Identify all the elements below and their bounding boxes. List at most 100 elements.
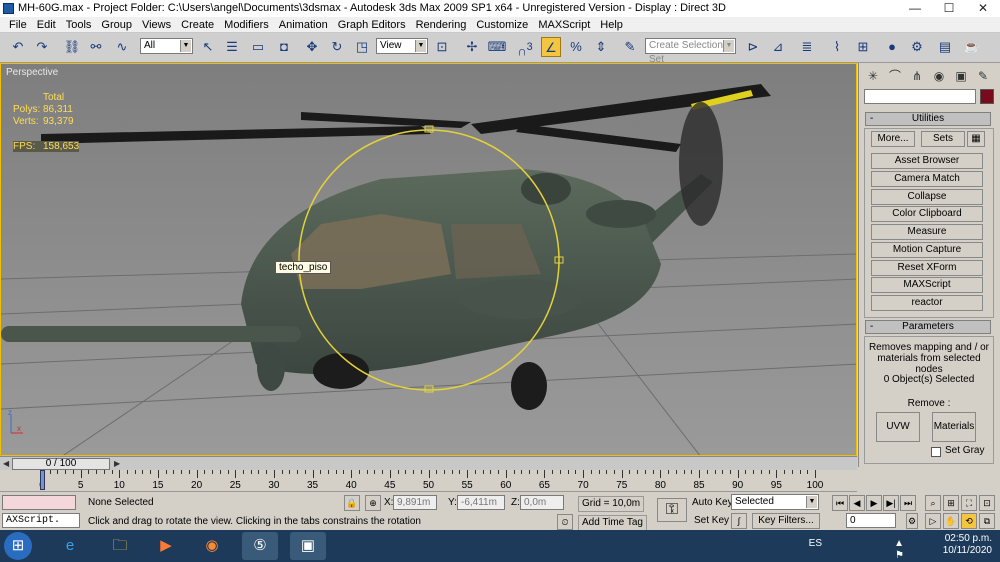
clock-time[interactable]: 02:50 p.m.: [943, 533, 992, 545]
utilities-tab-icon[interactable]: ✎: [973, 66, 993, 86]
menu-rendering[interactable]: Rendering: [411, 17, 472, 33]
menu-create[interactable]: Create: [176, 17, 219, 33]
hierarchy-tab-icon[interactable]: ⋔: [907, 66, 927, 86]
edit-named-selection-icon[interactable]: ✎: [620, 37, 640, 57]
reset-xform-button[interactable]: Reset XForm: [871, 260, 983, 276]
object-name-field[interactable]: [864, 89, 976, 104]
object-color-swatch[interactable]: [980, 89, 994, 104]
selection-filter-dropdown[interactable]: All ▼: [140, 38, 193, 54]
utilities-rollout-header[interactable]: - Utilities: [865, 112, 991, 126]
clock-date[interactable]: 10/11/2020: [943, 545, 992, 557]
zoom-extents-all-icon[interactable]: ⊡: [979, 495, 995, 511]
pan-view-icon[interactable]: ✋: [943, 513, 959, 529]
select-and-move-icon[interactable]: ✥: [302, 37, 322, 57]
set-key-icon[interactable]: ⚿: [657, 498, 687, 522]
internet-explorer-icon[interactable]: e: [52, 532, 88, 560]
y-coordinate-field[interactable]: -6,411m: [457, 495, 505, 510]
menu-animation[interactable]: Animation: [274, 17, 333, 33]
play-icon[interactable]: ▶: [866, 495, 882, 511]
parameters-rollout-header[interactable]: - Parameters: [865, 320, 991, 334]
time-slider[interactable]: ◀ 0 / 100 ▶: [0, 456, 857, 470]
materials-button[interactable]: Materials: [932, 412, 976, 442]
modify-tab-icon[interactable]: ⌒: [885, 66, 905, 86]
select-and-link-icon[interactable]: ⛓: [62, 37, 82, 57]
menu-tools[interactable]: Tools: [61, 17, 97, 33]
menu-graph-editors[interactable]: Graph Editors: [333, 17, 411, 33]
asset-browser-button[interactable]: Asset Browser: [871, 153, 983, 169]
quick-render-icon[interactable]: ☕: [962, 37, 982, 57]
named-selection-sets-dropdown[interactable]: Create Selection Set ▼: [645, 38, 736, 65]
go-to-start-icon[interactable]: ⏮: [832, 495, 848, 511]
reference-coordinate-dropdown[interactable]: View ▼: [376, 38, 428, 54]
menu-file[interactable]: File: [4, 17, 32, 33]
zoom-icon[interactable]: ⌕: [925, 495, 941, 511]
configure-button-sets-icon[interactable]: ▦: [967, 131, 985, 147]
render-frame-window-icon[interactable]: ▤: [935, 37, 955, 57]
z-coordinate-field[interactable]: 0,0m: [520, 495, 564, 510]
maxscript-mini-listener[interactable]: AXScript.: [2, 513, 80, 528]
curve-editor-icon[interactable]: ⌇: [827, 37, 847, 57]
keyboard-shortcut-override-icon[interactable]: ⌨: [487, 37, 507, 57]
motion-capture-button[interactable]: Motion Capture: [871, 242, 983, 258]
percent-snap-icon[interactable]: %: [566, 37, 586, 57]
measure-button[interactable]: Measure: [871, 224, 983, 240]
menu-edit[interactable]: Edit: [32, 17, 61, 33]
motion-tab-icon[interactable]: ◉: [929, 66, 949, 86]
firefox-icon[interactable]: ◉: [194, 532, 230, 560]
selection-lock-field[interactable]: [2, 495, 76, 510]
previous-frame-icon[interactable]: ◀: [849, 495, 865, 511]
perspective-viewport[interactable]: Perspective Total Polys: 86,311 Verts: 93,…: [0, 63, 857, 456]
render-setup-icon[interactable]: ⚙: [907, 37, 927, 57]
menu-modifiers[interactable]: Modifiers: [219, 17, 274, 33]
set-gray-checkbox[interactable]: [931, 447, 941, 457]
field-of-view-icon[interactable]: ▷: [925, 513, 941, 529]
redo-icon[interactable]: ↷: [32, 37, 52, 57]
align-icon[interactable]: ⊿: [768, 37, 788, 57]
layer-manager-icon[interactable]: ≣: [797, 37, 817, 57]
menu-views[interactable]: Views: [137, 17, 176, 33]
language-indicator[interactable]: ES: [809, 538, 822, 550]
reactor-button[interactable]: reactor: [871, 295, 983, 311]
select-by-name-icon[interactable]: ☰: [222, 37, 242, 57]
window-crossing-icon[interactable]: ◘: [274, 37, 294, 57]
material-editor-icon[interactable]: ●: [882, 37, 902, 57]
color-clipboard-button[interactable]: Color Clipboard: [871, 206, 983, 222]
select-and-rotate-icon[interactable]: ↻: [327, 37, 347, 57]
key-mode-dropdown[interactable]: Selected ▼: [731, 494, 819, 510]
menu-maxscript[interactable]: MAXScript: [533, 17, 595, 33]
select-and-manipulate-icon[interactable]: ✢: [462, 37, 482, 57]
x-coordinate-field[interactable]: 9,891m: [393, 495, 437, 510]
create-tab-icon[interactable]: ✳: [863, 66, 883, 86]
zoom-all-icon[interactable]: ⊞: [943, 495, 959, 511]
set-key-button[interactable]: Set Key: [694, 514, 729, 528]
time-tag-icon[interactable]: ⏲: [557, 514, 573, 530]
sets-button[interactable]: Sets: [921, 131, 965, 147]
unlink-icon[interactable]: ⚯: [86, 37, 106, 57]
select-object-icon[interactable]: ↖: [198, 37, 218, 57]
arc-rotate-icon[interactable]: ⟲: [961, 513, 977, 529]
schematic-view-icon[interactable]: ⊞: [853, 37, 873, 57]
zoom-extents-icon[interactable]: ⛶: [961, 495, 977, 511]
display-tab-icon[interactable]: ▣: [951, 66, 971, 86]
auto-key-button[interactable]: Auto Key: [692, 496, 733, 510]
maximize-viewport-icon[interactable]: ⧉: [979, 513, 995, 529]
file-explorer-icon[interactable]: 🗀: [102, 532, 138, 560]
default-tangent-icon[interactable]: ∫: [731, 513, 747, 529]
track-bar[interactable]: 0510152025303540455055606570758085909510…: [0, 470, 857, 492]
rectangular-selection-icon[interactable]: ▭: [248, 37, 268, 57]
uvw-button[interactable]: UVW: [876, 412, 920, 442]
mirror-icon[interactable]: ⊳: [743, 37, 763, 57]
current-frame-field[interactable]: 0: [846, 513, 896, 528]
maximize-button[interactable]: ☐: [932, 0, 966, 17]
tray-icons[interactable]: ▲ ⚑ ▥ ♪: [894, 538, 908, 562]
start-button-icon[interactable]: ⊞: [4, 532, 32, 560]
bind-space-warp-icon[interactable]: ∿: [112, 37, 132, 57]
snaps-toggle-icon[interactable]: ∩3: [515, 37, 535, 58]
lock-icon[interactable]: 🔒: [344, 495, 360, 511]
spinner-snap-icon[interactable]: ⇕: [591, 37, 611, 57]
time-configuration-icon[interactable]: ⚙: [906, 513, 918, 529]
pivot-center-icon[interactable]: ⊡: [432, 37, 452, 57]
key-filters-button[interactable]: Key Filters...: [752, 513, 820, 529]
time-slider-thumb[interactable]: 0 / 100: [12, 458, 110, 470]
maxscript-button[interactable]: MAXScript: [871, 277, 983, 293]
